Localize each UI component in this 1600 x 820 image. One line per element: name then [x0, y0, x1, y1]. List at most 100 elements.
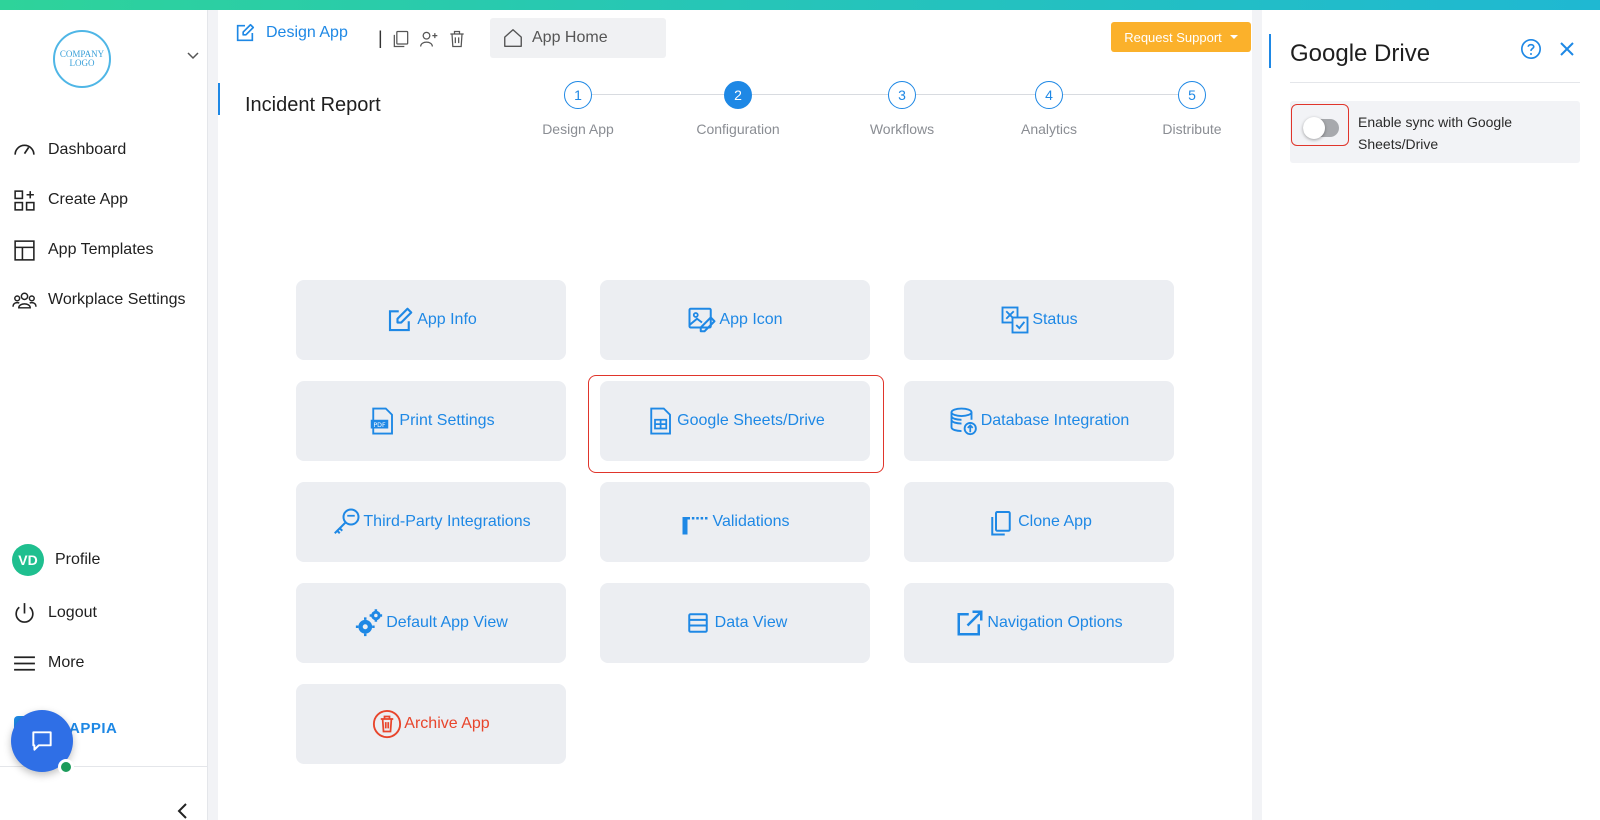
- status-card[interactable]: Status: [904, 280, 1174, 360]
- toggle-knob: [1303, 117, 1325, 139]
- step-configuration[interactable]: 2 Configuration: [683, 81, 793, 137]
- request-support-label: Request Support: [1124, 29, 1222, 45]
- sidebar-item-label: More: [48, 654, 85, 671]
- page-title: Incident Report: [245, 94, 381, 116]
- tab-label: App Home: [532, 29, 608, 46]
- title-accent-bar: [218, 83, 220, 115]
- gears-icon: [356, 609, 383, 637]
- third-party-integrations-card[interactable]: Third-Party Integrations: [296, 482, 566, 562]
- avatar: VD: [12, 544, 44, 576]
- sidebar-item-dashboard[interactable]: Dashboard: [12, 135, 126, 165]
- database-integration-card[interactable]: Database Integration: [904, 381, 1174, 461]
- step-label: Distribute: [1162, 121, 1222, 137]
- key-icon: [334, 508, 360, 534]
- default-app-view-card[interactable]: Default App View: [296, 583, 566, 663]
- chevron-down-icon[interactable]: [186, 48, 200, 62]
- sync-setting-row: Enable sync with Google Sheets/Drive: [1290, 101, 1580, 163]
- caret-down-icon: [1229, 35, 1238, 39]
- step-workflows[interactable]: 3 Workflows: [847, 81, 957, 137]
- barrier-icon: [682, 517, 710, 535]
- gauge-icon: [14, 143, 35, 155]
- panel-title: Google Drive: [1290, 40, 1431, 67]
- top-gradient-bar: [0, 0, 1600, 10]
- copy-icon: [991, 511, 1011, 536]
- grid-plus-icon: [14, 189, 35, 211]
- card-label: Default App View: [386, 614, 508, 631]
- card-label: Print Settings: [399, 412, 495, 429]
- app-info-card[interactable]: App Info: [296, 280, 566, 360]
- menu-icon: [14, 655, 35, 671]
- app-icon-card[interactable]: App Icon: [600, 280, 870, 360]
- sync-toggle[interactable]: [1303, 117, 1339, 139]
- status-icon: [1001, 306, 1029, 334]
- sidebar-item-label: App Templates: [48, 241, 154, 258]
- power-icon: [15, 602, 34, 623]
- card-label: App Info: [417, 311, 477, 328]
- step-analytics[interactable]: 4 Analytics: [994, 81, 1104, 137]
- panel-divider: [1290, 82, 1580, 83]
- card-label: Database Integration: [980, 412, 1130, 429]
- step-design-app[interactable]: 1 Design App: [523, 81, 633, 137]
- tab-separator: |: [378, 28, 383, 48]
- google-sheets-highlight: [588, 375, 884, 473]
- card-label: Third-Party Integrations: [363, 513, 531, 530]
- sidebar-item-logout[interactable]: Logout: [12, 598, 97, 628]
- card-label: Status: [1032, 311, 1078, 328]
- archive-app-card[interactable]: Archive App: [296, 684, 566, 764]
- card-label: Navigation Options: [987, 614, 1123, 631]
- trash-icon[interactable]: [447, 29, 467, 49]
- validations-card[interactable]: Validations: [600, 482, 870, 562]
- sidebar-item-label: Workplace Settings: [48, 291, 186, 308]
- home-icon: [504, 29, 522, 47]
- sidebar-item-app-templates[interactable]: App Templates: [12, 235, 154, 265]
- card-label: Clone App: [1018, 513, 1092, 530]
- step-label: Analytics: [1020, 121, 1078, 137]
- close-icon[interactable]: [1558, 40, 1576, 58]
- image-edit-icon: [688, 307, 716, 333]
- company-logo-text: COMPANY LOGO: [59, 49, 105, 68]
- sidebar-item-create-app[interactable]: Create App: [12, 185, 128, 215]
- sidebar: COMPANY LOGO Dashboard Create App App Te…: [0, 10, 208, 820]
- sync-label: Enable sync with Google Sheets/Drive: [1358, 114, 1513, 152]
- step-label: Workflows: [869, 121, 935, 137]
- print-settings-card[interactable]: PDF Print Settings: [296, 381, 566, 461]
- company-logo[interactable]: COMPANY LOGO: [53, 30, 111, 88]
- sidebar-item-label: Logout: [48, 604, 97, 621]
- tab-app-home[interactable]: App Home: [490, 18, 666, 58]
- chevron-left-icon[interactable]: [176, 802, 190, 820]
- card-label: App Icon: [719, 311, 783, 328]
- data-view-card[interactable]: Data View: [600, 583, 870, 663]
- help-icon[interactable]: [1520, 38, 1542, 60]
- online-status-dot: [58, 759, 74, 775]
- sidebar-item-more[interactable]: More: [12, 648, 84, 678]
- clone-app-card[interactable]: Clone App: [904, 482, 1174, 562]
- sidebar-item-profile[interactable]: VD Profile: [12, 544, 100, 576]
- step-distribute[interactable]: 5 Distribute: [1137, 81, 1247, 137]
- trash-icon: [373, 709, 402, 739]
- tab-tools: |: [378, 28, 467, 49]
- step-number: 4: [1035, 81, 1063, 109]
- tab-design-app[interactable]: Design App: [234, 22, 348, 44]
- sidebar-item-workplace-settings[interactable]: Workplace Settings: [12, 285, 186, 315]
- tab-label: Design App: [266, 24, 348, 41]
- svg-text:PDF: PDF: [374, 422, 387, 429]
- main-content: Design App | App Home Request Support In…: [218, 10, 1252, 820]
- card-label: Archive App: [404, 715, 490, 732]
- pdf-icon: PDF: [371, 407, 394, 435]
- sidebar-item-label: Dashboard: [48, 141, 127, 158]
- navigation-options-card[interactable]: Navigation Options: [904, 583, 1174, 663]
- card-label: Data View: [714, 614, 788, 631]
- list-icon: [687, 613, 708, 633]
- edit-icon: [389, 307, 413, 332]
- chat-icon: [32, 731, 52, 751]
- step-number: 2: [724, 81, 752, 109]
- step-number: 1: [564, 81, 592, 109]
- step-number: 3: [888, 81, 916, 109]
- external-link-icon: [957, 610, 983, 636]
- panel-accent-bar: [1269, 34, 1271, 68]
- edit-icon: [236, 23, 255, 42]
- copy-icon[interactable]: [391, 29, 411, 49]
- request-support-button[interactable]: Request Support: [1111, 22, 1251, 52]
- add-user-icon[interactable]: [419, 29, 439, 49]
- database-icon: [950, 407, 977, 436]
